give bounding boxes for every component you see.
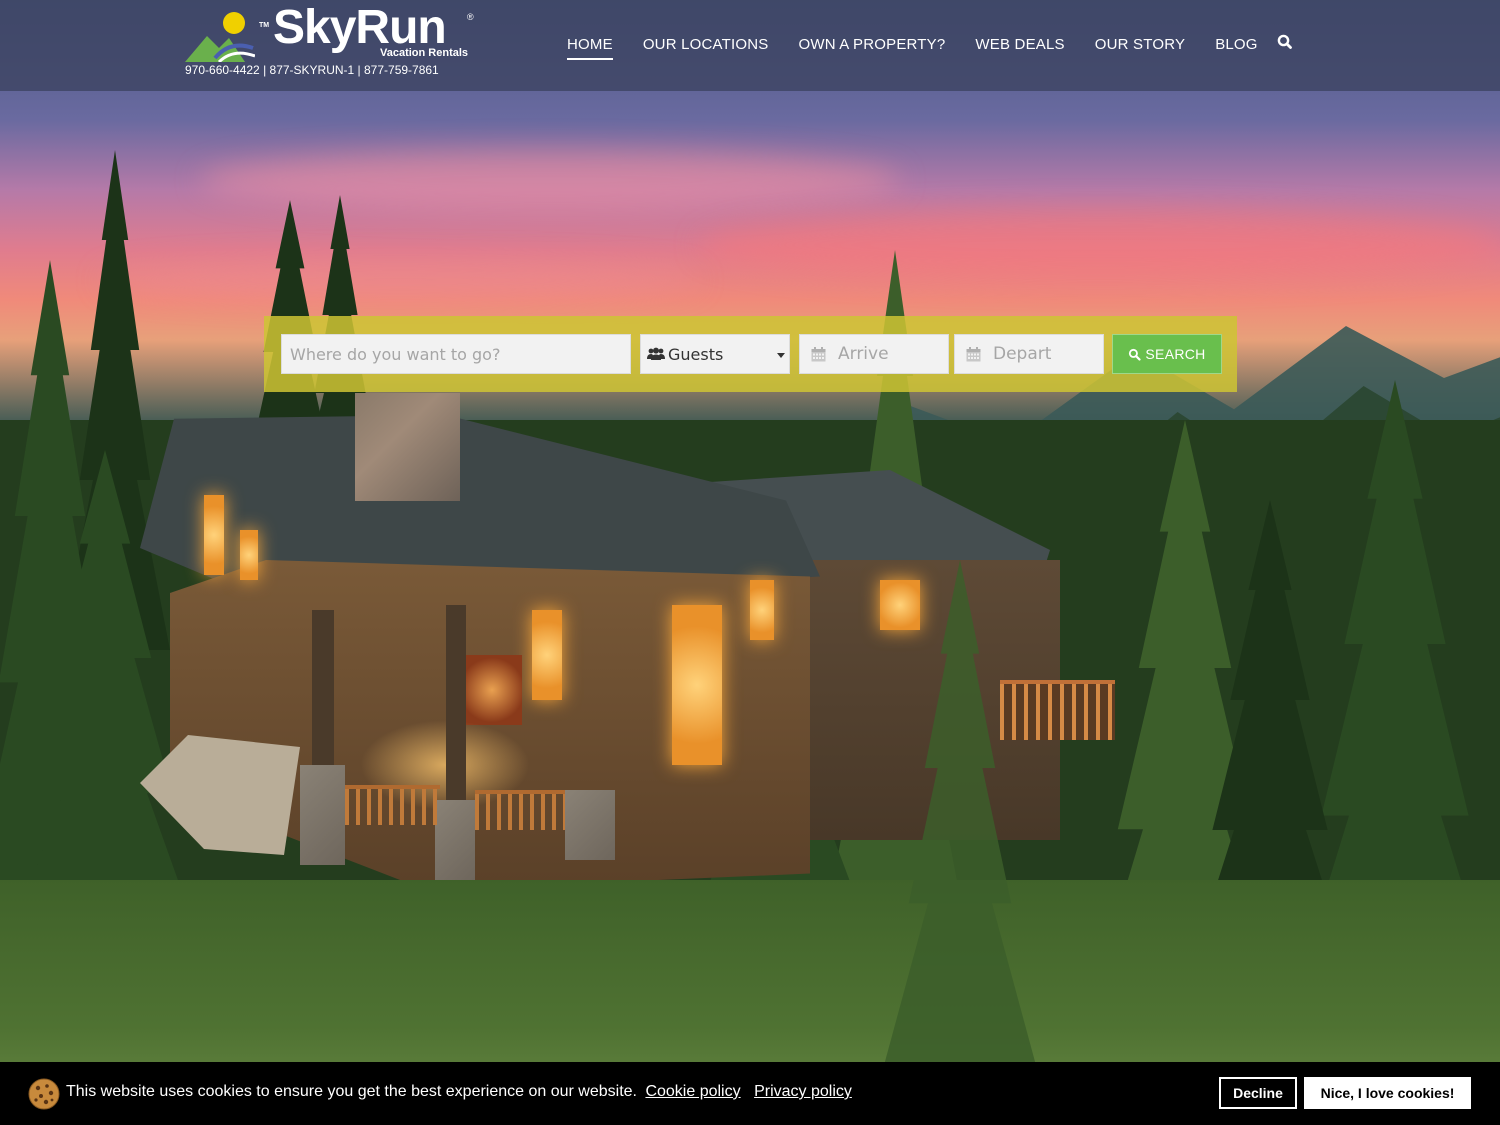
cookie-consent-banner: This website uses cookies to ensure you … (0, 1062, 1500, 1125)
search-button[interactable]: SEARCH (1112, 334, 1222, 374)
arrive-date-field[interactable]: Arrive (799, 334, 949, 374)
mountain-logo-mark (185, 36, 255, 62)
logo-wordmark: SkyRun (273, 1, 447, 54)
arrive-placeholder: Arrive (838, 344, 889, 364)
privacy-policy-link[interactable]: Privacy policy (754, 1083, 852, 1100)
guests-value: Guests (668, 344, 724, 364)
property-search-bar: Guests Arrive Depart (264, 316, 1237, 392)
nav-our-story[interactable]: OUR STORY (1095, 36, 1185, 60)
nav-own-a-property[interactable]: OWN A PROPERTY? (798, 36, 945, 60)
guests-select[interactable]: Guests (640, 334, 790, 374)
trademark-mark: TM (259, 22, 270, 29)
decline-cookies-button[interactable]: Decline (1219, 1077, 1297, 1109)
cookie-icon (28, 1078, 60, 1110)
skyrun-logo[interactable]: TM SkyRun ® Vacation Rentals (185, 4, 485, 66)
destination-input[interactable] (290, 335, 630, 373)
search-icon (1129, 348, 1142, 361)
calendar-icon (811, 346, 826, 361)
cookie-message: This website uses cookies to ensure you … (66, 1083, 852, 1101)
logo-subtitle: Vacation Rentals (380, 47, 469, 59)
nav-web-deals[interactable]: WEB DEALS (975, 36, 1064, 60)
destination-field[interactable] (281, 334, 631, 374)
chevron-down-icon (777, 353, 785, 358)
nav-blog[interactable]: BLOG (1215, 36, 1257, 60)
accept-cookies-button[interactable]: Nice, I love cookies! (1304, 1077, 1471, 1109)
phone-numbers: 970-660-4422 | 877-SKYRUN-1 | 877-759-78… (185, 63, 439, 77)
cookie-message-text: This website uses cookies to ensure you … (66, 1083, 637, 1100)
site-header: TM SkyRun ® Vacation Rentals 970-660-442… (0, 0, 1500, 91)
cookie-policy-link[interactable]: Cookie policy (645, 1083, 740, 1100)
users-icon (647, 347, 665, 360)
hero-background-image (0, 0, 1500, 1125)
search-icon[interactable] (1276, 33, 1294, 51)
depart-placeholder: Depart (993, 344, 1052, 364)
nav-our-locations[interactable]: OUR LOCATIONS (643, 36, 769, 60)
registered-mark: ® (467, 12, 474, 22)
main-nav: HOME OUR LOCATIONS OWN A PROPERTY? WEB D… (567, 36, 1288, 60)
search-button-label: SEARCH (1145, 346, 1206, 362)
depart-date-field[interactable]: Depart (954, 334, 1104, 374)
nav-home[interactable]: HOME (567, 36, 613, 60)
calendar-icon (966, 346, 981, 361)
